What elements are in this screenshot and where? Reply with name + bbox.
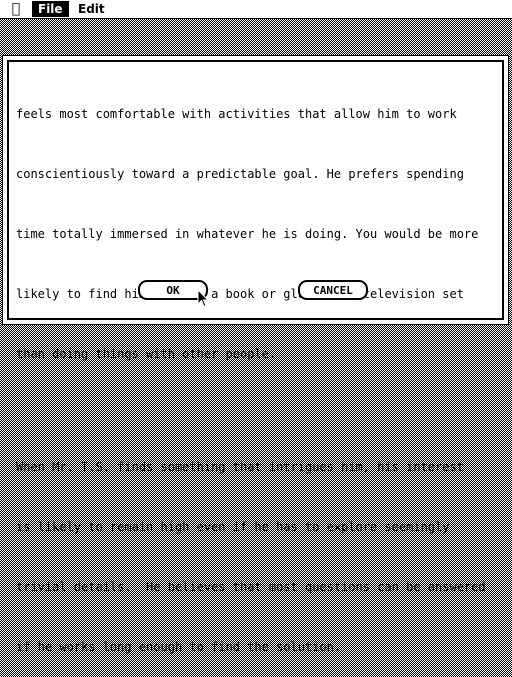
message-line: conscientiously toward a predictable goa…: [16, 167, 464, 181]
cancel-button[interactable]: CANCEL: [298, 280, 368, 300]
message-line: When Mr. T.S. finds something that intri…: [16, 460, 464, 474]
message-line: is likely to remain high even if he has …: [16, 520, 450, 534]
menu-file[interactable]: File: [32, 1, 69, 17]
menu-edit[interactable]: Edit: [72, 1, 111, 17]
dialog-message: feels most comfortable with activities t…: [16, 64, 496, 677]
message-line: than doing things with other people.: [16, 347, 277, 361]
menu-bar:  File Edit: [0, 0, 512, 19]
arrow-cursor-icon: [197, 289, 209, 308]
message-line: if he works long enough to find the solu…: [16, 640, 342, 654]
message-line: trivial details. He believes that most q…: [16, 580, 486, 594]
message-line: time totally immersed in whatever he is …: [16, 227, 479, 241]
apple-icon[interactable]: : [8, 1, 24, 17]
message-line: feels most comfortable with activities t…: [16, 107, 457, 121]
message-line: likely to find him lost in a book or glu…: [16, 287, 464, 301]
